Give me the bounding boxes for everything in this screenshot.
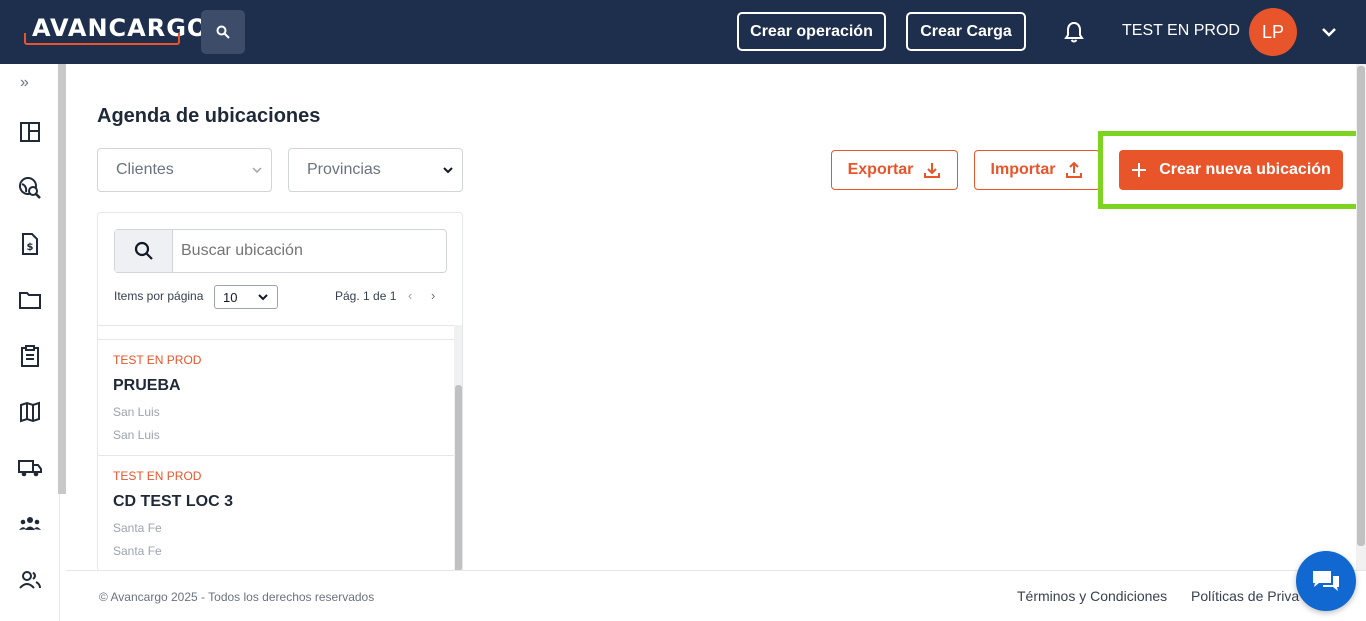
create-location-button[interactable]: Crear nueva ubicación bbox=[1119, 150, 1343, 190]
item-name: PRUEBA bbox=[113, 377, 181, 394]
item-province: Santa Fe bbox=[113, 544, 162, 558]
location-search bbox=[114, 229, 447, 273]
list-scrollbar-thumb[interactable] bbox=[455, 385, 462, 571]
copyright: © Avancargo 2025 - Todos los derechos re… bbox=[99, 590, 375, 604]
import-button[interactable]: Importar bbox=[974, 150, 1100, 190]
map-icon[interactable] bbox=[18, 400, 42, 424]
create-location-label: Crear nueva ubicación bbox=[1159, 161, 1331, 178]
previous-page-button[interactable]: ‹ bbox=[408, 288, 412, 303]
page-title: Agenda de ubicaciones bbox=[97, 105, 321, 127]
location-search-input[interactable] bbox=[181, 242, 431, 260]
items-per-page-select[interactable]: 10 bbox=[214, 285, 278, 309]
item-province: San Luis bbox=[113, 428, 160, 442]
clients-filter-value: Clientes bbox=[116, 161, 174, 178]
search-icon bbox=[134, 241, 153, 260]
terms-link[interactable]: Términos y Condiciones bbox=[1017, 588, 1167, 604]
svg-text:$: $ bbox=[27, 242, 34, 253]
item-client: TEST EN PROD bbox=[113, 353, 202, 367]
import-label: Importar bbox=[990, 161, 1056, 178]
item-city: Santa Fe bbox=[113, 521, 162, 535]
item-city: San Luis bbox=[113, 405, 160, 419]
page-scrollbar-thumb[interactable] bbox=[1357, 66, 1365, 546]
item-client: TEST EN PROD bbox=[113, 469, 202, 483]
privacy-link[interactable]: Políticas de Priva bbox=[1191, 588, 1299, 604]
upload-icon bbox=[1066, 161, 1083, 178]
plus-icon bbox=[1132, 163, 1147, 177]
item-name: CD TEST LOC 3 bbox=[113, 493, 234, 510]
sidebar-expand-button[interactable]: » bbox=[20, 74, 29, 92]
list-divider bbox=[98, 325, 462, 326]
items-per-page-value: 10 bbox=[223, 289, 238, 305]
list-item[interactable]: TEST EN PROD CD TEST LOC 3 Santa Fe Sant… bbox=[98, 455, 454, 571]
globe-search-icon[interactable] bbox=[18, 176, 42, 200]
search-addon[interactable] bbox=[115, 230, 173, 272]
next-page-button[interactable]: › bbox=[431, 288, 435, 303]
footer: © Avancargo 2025 - Todos los derechos re… bbox=[66, 570, 1366, 621]
provinces-filter-select[interactable]: Provincias bbox=[288, 148, 463, 192]
locations-list: TEST EN PROD PRUEBA San Luis San Luis TE… bbox=[98, 339, 454, 571]
avatar[interactable]: LP bbox=[1249, 8, 1297, 56]
chevron-down-icon bbox=[252, 167, 262, 174]
list-item[interactable]: TEST EN PROD PRUEBA San Luis San Luis bbox=[98, 339, 454, 455]
create-operation-button[interactable]: Crear operación bbox=[737, 12, 886, 51]
truck-icon[interactable] bbox=[18, 456, 42, 480]
top-navbar: AVANCARGO Crear operación Crear Carga TE… bbox=[0, 0, 1366, 64]
export-button[interactable]: Exportar bbox=[831, 150, 958, 190]
sidebar: » $ bbox=[0, 64, 60, 621]
dashboard-icon[interactable] bbox=[18, 120, 42, 144]
page-info: Pág. 1 de 1 bbox=[335, 289, 397, 303]
locations-panel: Items por página 10 Pág. 1 de 1 ‹ › TEST… bbox=[97, 212, 463, 572]
items-per-page-label: Items por página bbox=[114, 289, 204, 303]
invoice-icon[interactable]: $ bbox=[18, 232, 42, 256]
avancargo-logo[interactable]: AVANCARGO bbox=[24, 14, 207, 46]
chevron-down-icon bbox=[258, 294, 268, 301]
clipboard-icon[interactable] bbox=[18, 344, 42, 368]
group-icon[interactable] bbox=[18, 512, 42, 536]
chevron-down-icon bbox=[443, 167, 453, 174]
logo-underline bbox=[24, 33, 180, 45]
chevron-down-icon[interactable] bbox=[1320, 24, 1338, 40]
clients-filter-select[interactable]: Clientes bbox=[97, 148, 272, 192]
user-name: TEST EN PROD bbox=[1122, 22, 1240, 39]
chat-icon bbox=[1313, 571, 1339, 591]
create-load-button[interactable]: Crear Carga bbox=[906, 12, 1026, 51]
chat-button[interactable] bbox=[1296, 551, 1356, 611]
provinces-filter-value: Provincias bbox=[307, 161, 381, 178]
search-icon bbox=[216, 25, 230, 39]
export-label: Exportar bbox=[847, 161, 914, 178]
download-icon bbox=[924, 163, 941, 178]
folder-icon[interactable] bbox=[18, 288, 42, 312]
users-icon[interactable] bbox=[18, 568, 42, 592]
global-search-button[interactable] bbox=[201, 10, 245, 54]
sidebar-scrollbar[interactable] bbox=[58, 64, 66, 494]
bell-icon[interactable] bbox=[1063, 20, 1085, 44]
